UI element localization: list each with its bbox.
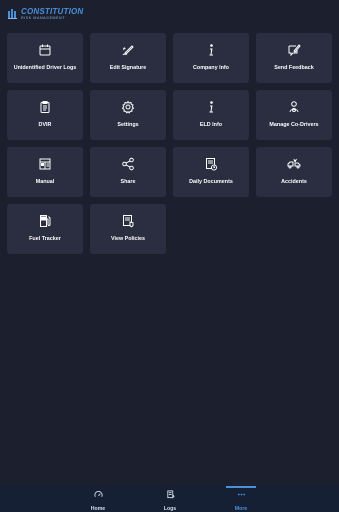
co-driver-icon: [287, 100, 301, 114]
nav-home[interactable]: Home: [68, 486, 128, 512]
tile-fuel-tracker[interactable]: Fuel Tracker: [7, 204, 83, 254]
share-icon: [121, 157, 135, 171]
app-header: CONSTITUTION RISK MANAGEMENT: [0, 0, 339, 26]
more-menu-grid: Unidentified Driver Logs Edit Signature …: [7, 33, 332, 254]
logo-mark-icon: [8, 9, 17, 19]
tile-label: Fuel Tracker: [29, 236, 61, 242]
tile-label: Settings: [117, 122, 139, 128]
more-dots-icon: [237, 486, 246, 504]
bottom-navigation: Home Logs More: [0, 486, 339, 512]
tile-daily-documents[interactable]: Daily Documents: [173, 147, 249, 197]
tile-label: Send Feedback: [274, 65, 314, 71]
info-icon: [204, 43, 218, 57]
tile-label: Share: [120, 179, 136, 185]
calendar-icon: [38, 43, 52, 57]
tile-unidentified-driver-logs[interactable]: Unidentified Driver Logs: [7, 33, 83, 83]
documents-icon: [204, 157, 218, 171]
info-icon: [204, 100, 218, 114]
nav-logs-label: Logs: [163, 506, 177, 512]
tile-label: ELD Info: [199, 122, 223, 128]
nav-more-label: More: [234, 506, 248, 512]
tile-edit-signature[interactable]: Edit Signature: [90, 33, 166, 83]
tile-eld-info[interactable]: ELD Info: [173, 90, 249, 140]
tile-label: Company Info: [193, 65, 229, 71]
tile-label: Manage Co-Drivers: [269, 122, 319, 128]
tile-company-info[interactable]: Company Info: [173, 33, 249, 83]
tile-label: Unidentified Driver Logs: [13, 65, 77, 71]
tile-view-policies[interactable]: View Policies: [90, 204, 166, 254]
speedometer-icon: [93, 486, 103, 504]
manual-icon: [38, 157, 52, 171]
tile-label: Edit Signature: [109, 65, 147, 71]
brand-tagline: RISK MANAGEMENT: [21, 15, 66, 20]
logs-icon: [166, 486, 175, 504]
brand-name: CONSTITUTION: [21, 6, 84, 16]
tile-label: Daily Documents: [189, 179, 233, 185]
nav-more[interactable]: More: [211, 486, 271, 512]
nav-home-label: Home: [90, 506, 106, 512]
nav-logs[interactable]: Logs: [140, 486, 200, 512]
policies-icon: [121, 214, 135, 228]
brand-logo: CONSTITUTION RISK MANAGEMENT: [8, 7, 83, 21]
tile-accidents[interactable]: Accidents: [256, 147, 332, 197]
tile-manual[interactable]: Manual: [7, 147, 83, 197]
tile-share[interactable]: Share: [90, 147, 166, 197]
signature-pen-icon: [121, 43, 135, 57]
tile-settings[interactable]: Settings: [90, 90, 166, 140]
tile-manage-co-drivers[interactable]: Manage Co-Drivers: [256, 90, 332, 140]
tile-label: View Policies: [110, 236, 146, 242]
fuel-icon: [38, 214, 52, 228]
clipboard-icon: [38, 100, 52, 114]
tile-label: DVIR: [38, 122, 52, 128]
feedback-icon: [287, 43, 301, 57]
gear-icon: [121, 100, 135, 114]
tile-label: Accidents: [281, 179, 307, 185]
tile-dvir[interactable]: DVIR: [7, 90, 83, 140]
tile-send-feedback[interactable]: Send Feedback: [256, 33, 332, 83]
tile-label: Manual: [35, 179, 55, 185]
accident-icon: [287, 157, 301, 171]
